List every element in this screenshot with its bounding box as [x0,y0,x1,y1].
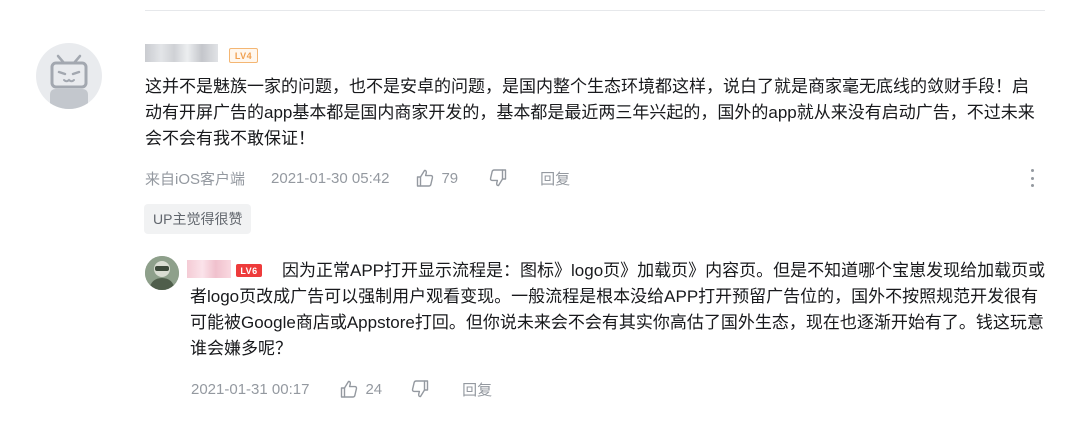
thumb-up-icon [341,380,358,398]
thumb-down-icon [489,169,507,187]
top-divider [145,10,1045,11]
reply-user-avatar[interactable] [145,256,179,290]
reply-like-button[interactable]: 24 [339,379,382,399]
like-count: 79 [441,169,459,187]
more-vertical-icon[interactable] [1026,167,1038,189]
reply-text: 因为正常APP打开显示流程是：图标》logo页》加载页》内容页。但是不知道哪个宝… [190,261,1046,358]
comment-source: 来自iOS客户端 [145,170,246,188]
comment-timestamp: 2021-01-30 05:42 [271,169,390,187]
dislike-button[interactable] [488,168,508,188]
like-button[interactable]: 79 [415,168,458,188]
bilibili-tv-icon [50,54,88,109]
reply-meta: 2021-01-31 00:17 24 回复 [191,378,492,400]
reply-dislike-button[interactable] [410,379,430,399]
thumb-down-icon [411,380,429,398]
user-level-badge: LV4 [229,48,258,63]
reply-like-count: 24 [365,380,383,398]
reply-avatar-image [145,256,179,290]
username-blurred[interactable] [145,44,218,62]
comment-meta: 来自iOS客户端 2021-01-30 05:42 79 回复 [145,167,570,189]
reply-timestamp: 2021-01-31 00:17 [191,380,310,398]
reply-reply-button[interactable]: 回复 [462,379,492,400]
user-avatar[interactable] [36,43,102,109]
thumb-up-icon [417,169,434,187]
reply-text-block: 因为正常APP打开显示流程是：图标》logo页》加载页》内容页。但是不知道哪个宝… [190,258,1050,362]
up-liked-badge: UP主觉得很赞 [144,204,252,234]
comment-text: 这并不是魅族一家的问题，也不是安卓的问题，是国内整个生态环境都这样，说白了就是商… [145,77,1035,148]
reply-button[interactable]: 回复 [540,168,570,189]
